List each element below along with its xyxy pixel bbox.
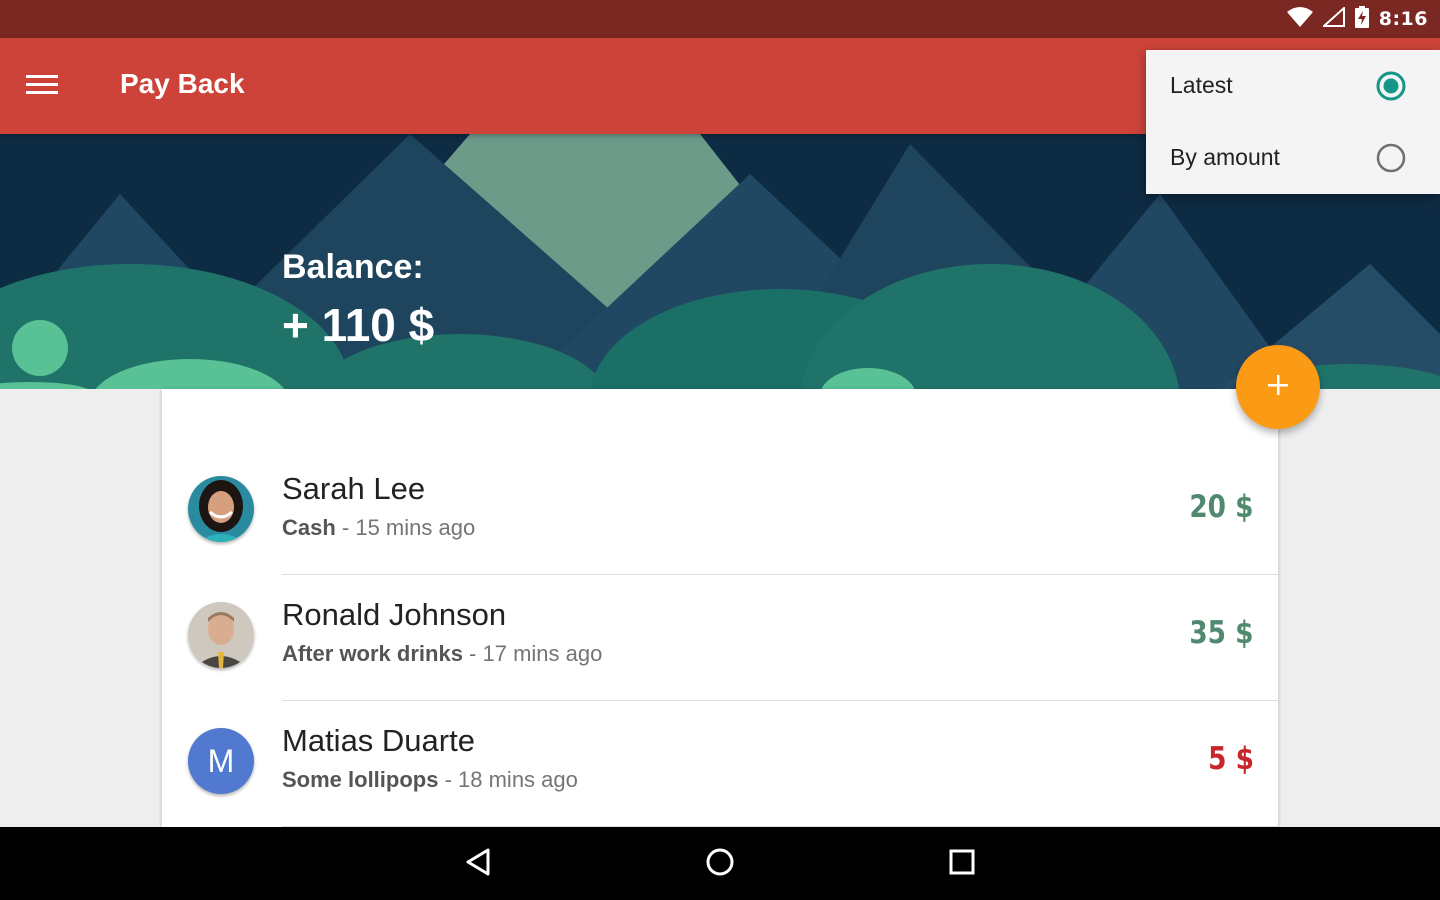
- balance-value: + 110 $: [282, 299, 435, 351]
- circle-home-icon: [705, 847, 735, 881]
- transaction-amount: 35 $: [1189, 615, 1254, 651]
- transaction-time: - 15 mins ago: [335, 515, 476, 540]
- avatar-initial-letter: M: [207, 742, 235, 779]
- transaction-row[interactable]: Ronald Johnson After work drinks - 17 mi…: [162, 575, 1278, 701]
- transaction-time: - 18 mins ago: [438, 767, 578, 792]
- transactions-card: Sarah Lee Cash - 15 mins ago 20 $ Ronald…: [162, 389, 1278, 827]
- status-time: 8:16: [1378, 8, 1428, 30]
- transaction-name: Ronald Johnson: [282, 597, 507, 632]
- hamburger-icon: [26, 73, 58, 99]
- transaction-details: After work drinks - 17 mins ago: [282, 641, 602, 667]
- transaction-name: Matias Duarte: [282, 723, 475, 758]
- radio-unselected-icon[interactable]: [1376, 143, 1406, 173]
- battery-charging-icon: [1354, 6, 1369, 32]
- transaction-method: Some lollipops: [282, 767, 439, 792]
- transaction-details: Cash - 15 mins ago: [282, 515, 475, 541]
- add-transaction-button[interactable]: [1236, 345, 1320, 429]
- transaction-method: Cash: [282, 515, 336, 540]
- avatar-initial: M: [188, 728, 254, 794]
- sort-menu: Latest By amount: [1146, 50, 1440, 194]
- square-recents-icon: [948, 848, 976, 880]
- home-button[interactable]: [690, 841, 750, 887]
- plus-icon: [1266, 373, 1290, 401]
- recents-button[interactable]: [932, 841, 992, 887]
- transaction-row[interactable]: Sarah Lee Cash - 15 mins ago 20 $: [162, 449, 1278, 575]
- transaction-method: After work drinks: [282, 641, 463, 666]
- balance-label: Balance:: [282, 248, 424, 286]
- transaction-details: Some lollipops - 18 mins ago: [282, 767, 578, 793]
- back-button[interactable]: [448, 841, 508, 887]
- transaction-time: - 17 mins ago: [462, 641, 603, 666]
- sort-option-by-amount[interactable]: By amount: [1146, 122, 1440, 194]
- sort-option-label: By amount: [1170, 144, 1280, 170]
- wifi-icon: [1286, 7, 1313, 31]
- triangle-back-icon: [464, 847, 492, 881]
- transaction-name: Sarah Lee: [282, 471, 426, 506]
- transaction-amount: 5 $: [1208, 741, 1254, 777]
- status-icons: 8:16: [1286, 0, 1428, 38]
- menu-button[interactable]: [20, 62, 64, 110]
- radio-selected-icon[interactable]: [1376, 71, 1406, 101]
- transaction-row[interactable]: M Matias Duarte Some lollipops - 18 mins…: [162, 701, 1278, 827]
- system-navigation-bar: [0, 827, 1440, 900]
- sort-option-label: Latest: [1170, 72, 1233, 98]
- cellular-signal-icon: [1321, 5, 1345, 31]
- status-bar: 8:16: [0, 0, 1440, 38]
- sort-option-latest[interactable]: Latest: [1146, 50, 1440, 122]
- avatar-sarah-lee: [188, 476, 254, 542]
- avatar-ronald-johnson: [188, 602, 254, 668]
- transaction-amount: 20 $: [1189, 489, 1254, 525]
- app-title: Pay Back: [120, 68, 245, 99]
